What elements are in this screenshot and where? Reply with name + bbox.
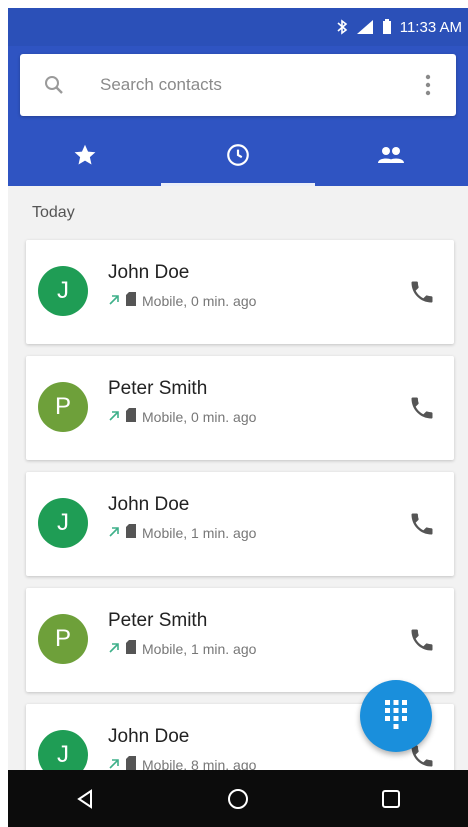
search-input[interactable]: Search contacts <box>100 75 416 95</box>
avatar: P <box>38 382 88 432</box>
status-bar: 11:33 AM <box>8 8 468 46</box>
clock-icon <box>225 142 251 173</box>
star-icon <box>72 142 98 173</box>
sim-icon <box>126 640 136 657</box>
avatar-initial: P <box>54 393 71 420</box>
sim-icon <box>126 524 136 541</box>
outgoing-call-icon <box>108 641 120 657</box>
contact-name: Peter Smith <box>108 610 208 631</box>
section-title-today: Today <box>32 204 75 221</box>
bluetooth-icon <box>336 19 348 35</box>
search-bar[interactable]: Search contacts <box>20 54 456 116</box>
call-phone-icon[interactable] <box>408 626 436 654</box>
call-detail: Mobile, 1 min. ago <box>108 640 256 657</box>
system-navbar <box>8 770 468 827</box>
contact-name: John Doe <box>108 494 190 515</box>
avatar: J <box>38 498 88 548</box>
home-icon[interactable] <box>214 775 262 823</box>
status-time: 11:33 AM <box>399 18 462 36</box>
avatar-initial: J <box>57 277 69 304</box>
contact-name: Peter Smith <box>108 378 208 399</box>
call-log-item[interactable]: P Peter Smith Mobile, 1 min. ago <box>26 588 454 692</box>
avatar-initial: J <box>57 741 69 768</box>
call-detail-text: Mobile, 0 min. ago <box>142 292 257 309</box>
tab-bar <box>8 128 468 186</box>
avatar-initial: P <box>54 625 71 652</box>
avatar: J <box>38 266 88 316</box>
call-phone-icon[interactable] <box>408 510 436 538</box>
outgoing-call-icon <box>108 409 120 425</box>
battery-icon <box>382 19 392 35</box>
call-detail: Mobile, 0 min. ago <box>108 292 256 309</box>
phone-screen: 11:33 AM Search contacts Today J John Do… <box>8 8 468 827</box>
tab-contacts[interactable] <box>315 128 468 186</box>
recents-icon[interactable] <box>367 775 415 823</box>
call-detail: Mobile, 0 min. ago <box>108 408 256 425</box>
people-icon <box>376 143 406 172</box>
tab-favorites[interactable] <box>8 128 161 186</box>
call-log-item[interactable]: P Peter Smith Mobile, 0 min. ago <box>26 356 454 460</box>
avatar-initial: J <box>57 509 69 536</box>
call-detail-text: Mobile, 1 min. ago <box>142 524 257 541</box>
app-header: Search contacts <box>8 46 468 186</box>
outgoing-call-icon <box>108 293 120 309</box>
sim-icon <box>126 292 136 309</box>
more-vert-icon[interactable] <box>416 73 440 97</box>
avatar: P <box>38 614 88 664</box>
call-log-item[interactable]: J John Doe Mobile, 0 min. ago <box>26 240 454 344</box>
call-phone-icon[interactable] <box>408 278 436 306</box>
contact-name: John Doe <box>108 726 190 747</box>
call-detail-text: Mobile, 1 min. ago <box>142 640 257 657</box>
contact-name: John Doe <box>108 262 190 283</box>
sim-icon <box>126 408 136 425</box>
signal-icon <box>356 19 374 35</box>
back-icon[interactable] <box>61 775 109 823</box>
dialpad-icon <box>383 699 409 734</box>
call-log-item[interactable]: J John Doe Mobile, 1 min. ago <box>26 472 454 576</box>
search-icon[interactable] <box>42 73 66 97</box>
tab-recents[interactable] <box>161 128 315 186</box>
call-phone-icon[interactable] <box>408 394 436 422</box>
call-detail-text: Mobile, 0 min. ago <box>142 408 257 425</box>
outgoing-call-icon <box>108 525 120 541</box>
dialpad-button[interactable] <box>360 680 432 752</box>
call-detail: Mobile, 1 min. ago <box>108 524 256 541</box>
